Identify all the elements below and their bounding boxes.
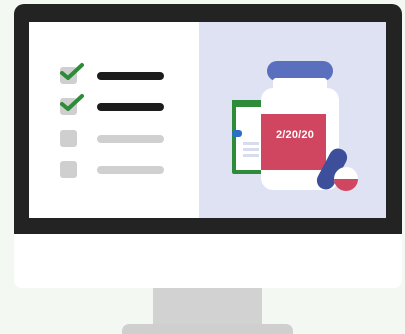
task-line-done — [97, 72, 164, 80]
checklist-item-3 — [60, 130, 170, 147]
monitor-screen: 2/20/20 — [29, 22, 386, 218]
checklist-item-1 — [60, 63, 170, 84]
monitor: 2/20/20 — [14, 4, 402, 288]
checkmark-icon — [60, 94, 84, 111]
task-line-todo — [97, 135, 164, 143]
computer-illustration: 2/20/20 — [0, 0, 405, 334]
checklist-item-2 — [60, 94, 170, 115]
checklist-item-4 — [60, 161, 170, 178]
monitor-stand-neck — [153, 288, 262, 326]
checkmark-icon — [60, 63, 84, 80]
monitor-bezel: 2/20/20 — [14, 4, 402, 234]
task-line-done — [97, 103, 164, 111]
checklist-panel — [29, 22, 199, 218]
medication-panel: 2/20/20 — [199, 22, 386, 218]
monitor-chin — [14, 234, 402, 288]
checkbox-unchecked — [60, 130, 77, 147]
round-pill-icon — [334, 167, 358, 191]
checkbox-unchecked — [60, 161, 77, 178]
task-line-todo — [97, 166, 164, 174]
monitor-stand-base — [122, 324, 293, 334]
bottle-label-date: 2/20/20 — [275, 129, 315, 141]
medication-illustration — [232, 61, 358, 191]
small-medicine-box-icon — [232, 100, 266, 174]
